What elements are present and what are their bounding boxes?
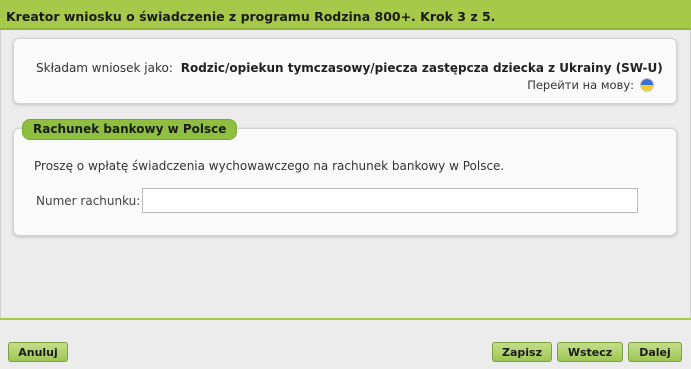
save-button[interactable]: Zapisz — [492, 342, 552, 362]
applicant-panel: Składam wniosek jako: Rodzic/opiekun tym… — [13, 38, 677, 104]
bank-section-legend: Rachunek bankowy w Polsce — [22, 119, 238, 140]
account-number-input[interactable] — [142, 188, 638, 213]
account-number-label: Numer rachunku: — [36, 194, 141, 208]
applicant-row: Składam wniosek jako: Rodzic/opiekun tym… — [36, 61, 663, 75]
applicant-label: Składam wniosek jako: — [36, 61, 173, 75]
wizard-title-bar: Kreator wniosku o świadczenie z programu… — [0, 0, 691, 30]
language-switch-link[interactable]: Перейти на мову: — [527, 78, 654, 92]
applicant-value: Rodzic/opiekun tymczasowy/piecza zastępc… — [180, 61, 663, 75]
next-button[interactable]: Dalej — [628, 342, 682, 362]
page-title: Kreator wniosku o świadczenie z programu… — [6, 9, 496, 24]
ukraine-flag-icon[interactable] — [640, 78, 654, 92]
language-switch-label: Перейти на мову: — [527, 78, 634, 92]
bank-section-title: Rachunek bankowy w Polsce — [33, 122, 227, 136]
wizard-footer: Anuluj Zapisz Wstecz Dalej — [0, 320, 691, 369]
bank-info-text: Proszę o wpłatę świadczenia wychowawczeg… — [34, 159, 505, 173]
bank-account-panel: Rachunek bankowy w Polsce Proszę o wpłat… — [13, 119, 677, 236]
wizard-content: Składam wniosek jako: Rodzic/opiekun tym… — [0, 30, 691, 318]
back-button[interactable]: Wstecz — [557, 342, 623, 362]
cancel-button[interactable]: Anuluj — [8, 342, 68, 362]
